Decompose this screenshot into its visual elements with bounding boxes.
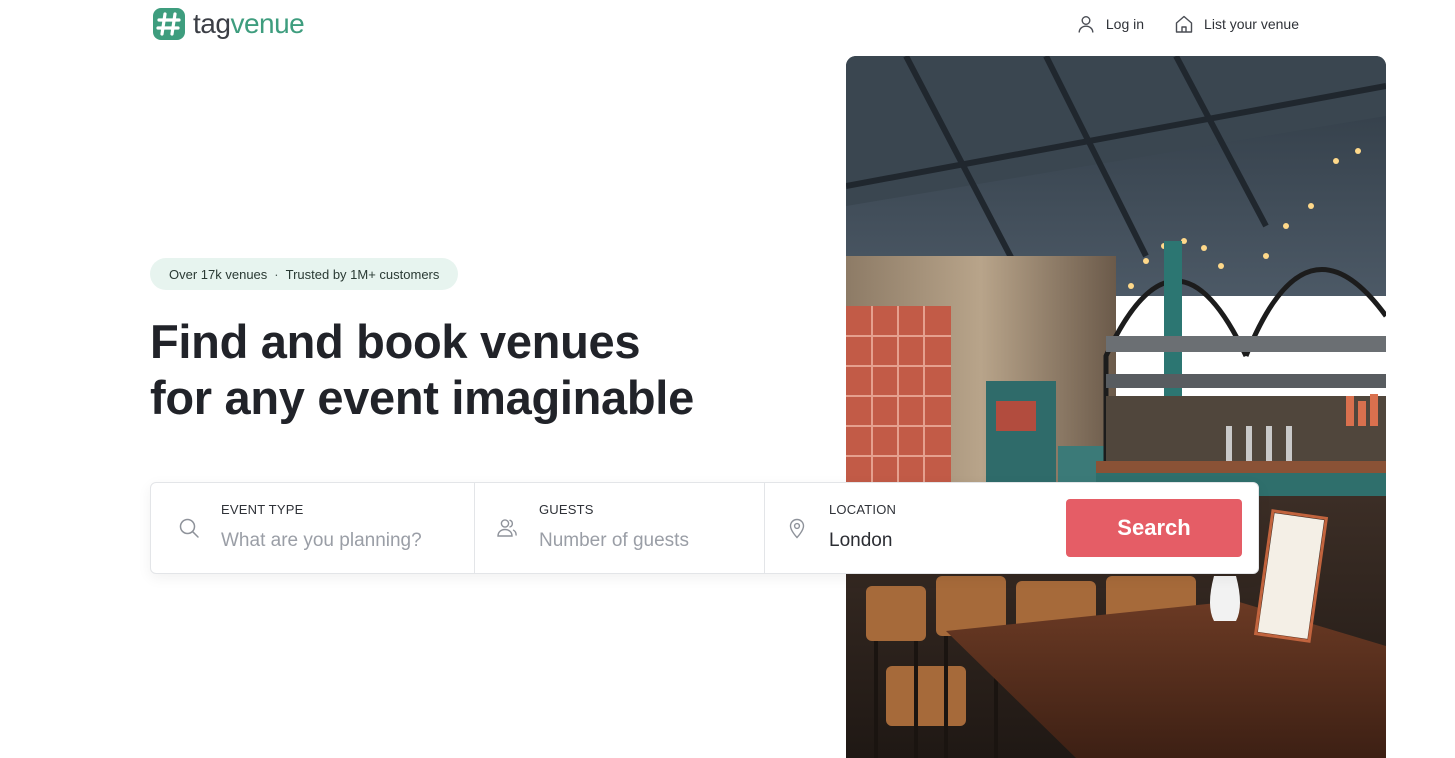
logo-wordmark: tagvenue [193, 8, 305, 39]
headline-line-1: Find and book venues [150, 315, 641, 368]
user-icon [1078, 16, 1094, 33]
event-type-label: EVENT TYPE [221, 502, 304, 517]
users-icon [497, 519, 517, 537]
location-field[interactable]: LOCATION Search [765, 483, 1258, 573]
list-venue-label: List your venue [1204, 16, 1299, 32]
location-input[interactable] [829, 530, 1059, 552]
login-label: Log in [1105, 16, 1145, 32]
home-icon [1175, 15, 1193, 33]
login-link[interactable]: Log in [1076, 14, 1144, 34]
badge-customers: Trusted by 1M+ customers [285, 266, 440, 282]
event-type-input[interactable] [221, 530, 451, 552]
top-nav: Log in List your venue [1076, 12, 1299, 36]
badge-venues-count: Over 17k venues [169, 266, 268, 282]
headline-line-2: for any event imaginable [150, 371, 694, 424]
hashtag-logo-icon [153, 8, 185, 40]
event-type-field[interactable]: EVENT TYPE [151, 483, 475, 573]
logo-text-tag: tag [193, 8, 231, 39]
location-label: LOCATION [829, 502, 897, 517]
site-logo[interactable]: tagvenue [152, 6, 305, 42]
trust-badge: Over 17k venues · Trusted by 1M+ custome… [150, 258, 459, 290]
venue-search-bar: EVENT TYPE GUESTS LOCATION Search [150, 482, 1259, 574]
hero-headline: Find and book venues for any event imagi… [150, 314, 694, 426]
logo-text-venue: venue [230, 8, 305, 39]
list-venue-link[interactable]: List your venue [1174, 14, 1299, 34]
hero-venue-photo [846, 56, 1386, 758]
search-icon [179, 518, 199, 538]
search-button[interactable]: Search [1066, 499, 1242, 557]
guests-label: GUESTS [539, 502, 594, 517]
guests-input[interactable] [539, 530, 769, 552]
location-pin-icon [789, 518, 805, 539]
badge-separator: · [274, 266, 279, 282]
guests-field[interactable]: GUESTS [475, 483, 769, 573]
